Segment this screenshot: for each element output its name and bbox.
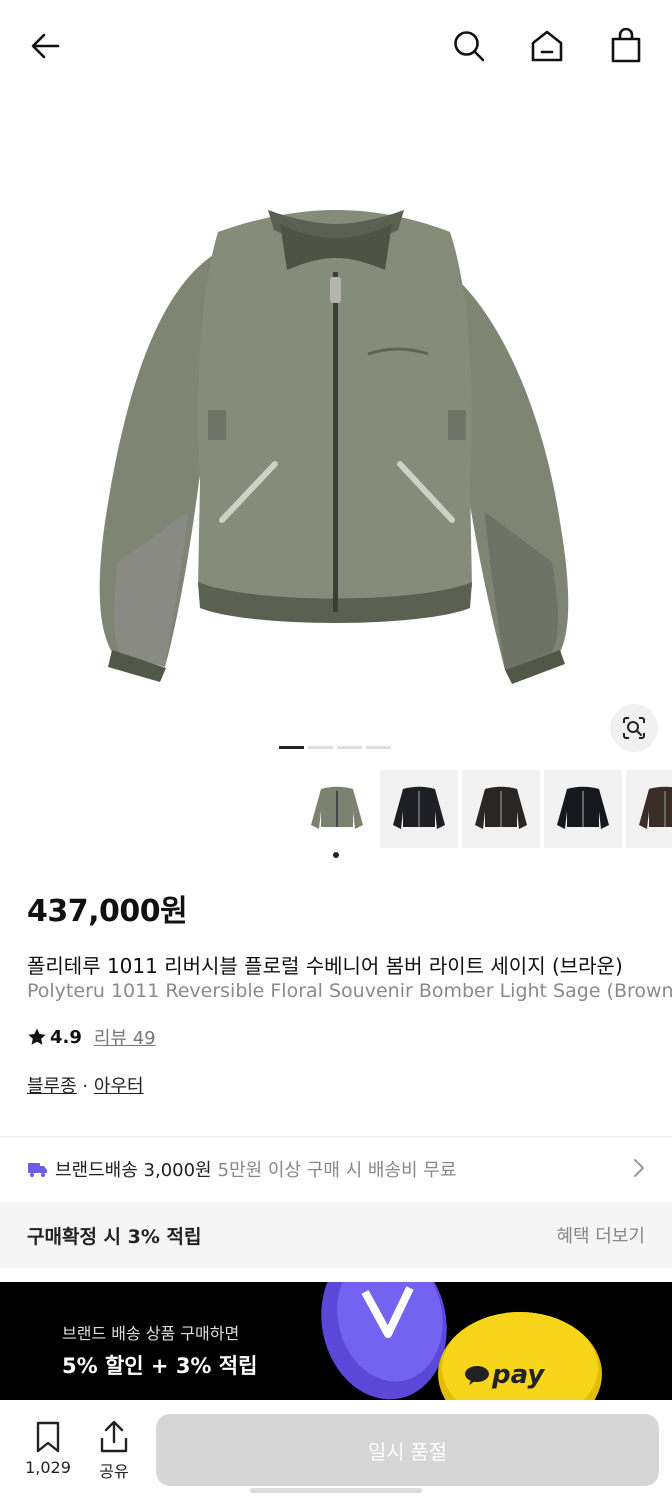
jacket-thumb-icon bbox=[557, 786, 609, 829]
truck-icon bbox=[27, 1160, 49, 1178]
rating-score: 4.9 bbox=[50, 1026, 82, 1048]
pager-dot bbox=[308, 746, 333, 749]
thumbnail-dark-brown[interactable] bbox=[462, 770, 540, 848]
jacket-illustration bbox=[99, 210, 569, 684]
arrow-left-icon bbox=[31, 33, 60, 59]
reviews-link[interactable]: 리뷰 49 bbox=[94, 1024, 156, 1050]
pager-dot bbox=[366, 746, 391, 749]
top-bar bbox=[0, 0, 672, 92]
lens-search-icon bbox=[623, 717, 645, 739]
pager-dot bbox=[337, 746, 362, 749]
home-button[interactable] bbox=[527, 26, 567, 66]
share-button[interactable]: 공유 bbox=[92, 1420, 136, 1482]
product-main-image[interactable] bbox=[0, 92, 672, 764]
category-breadcrumb: 블루종 · 아우터 bbox=[27, 1072, 144, 1098]
shipping-fee: 브랜드배송 3,000원 bbox=[55, 1160, 212, 1181]
thumbnail-selected-dot bbox=[333, 852, 339, 858]
pay-label: pay bbox=[492, 1360, 545, 1390]
promo-banner[interactable]: 브랜드 배송 상품 구매하면 5% 할인 + 3% 적립 pay bbox=[0, 1282, 672, 1400]
jacket-thumb-icon bbox=[639, 786, 672, 829]
jacket-thumb-icon bbox=[311, 786, 363, 829]
bookmark-count: 1,029 bbox=[25, 1458, 71, 1477]
star-icon bbox=[28, 1028, 46, 1045]
thumbnail-black[interactable] bbox=[380, 770, 458, 848]
chat-bubble-icon bbox=[465, 1366, 489, 1385]
image-pager bbox=[279, 746, 391, 749]
thumbnail-light-sage[interactable] bbox=[298, 770, 376, 848]
shopping-bag-icon bbox=[611, 28, 641, 63]
product-name-ko: 폴리테루 1011 리버시블 플로럴 수베니어 봄버 라이트 세이지 (브라운) bbox=[27, 954, 623, 978]
share-label: 공유 bbox=[99, 1462, 129, 1481]
bookmark-button[interactable]: 1,029 bbox=[22, 1420, 74, 1477]
home-indicator bbox=[250, 1488, 422, 1493]
share-icon bbox=[100, 1420, 128, 1453]
image-search-button[interactable] bbox=[610, 704, 658, 752]
pay-logo: pay bbox=[464, 1360, 544, 1390]
home-icon bbox=[531, 30, 563, 62]
category-link-blouson[interactable]: 블루종 bbox=[27, 1076, 77, 1097]
product-name-en: Polyteru 1011 Reversible Floral Souvenir… bbox=[27, 980, 672, 1002]
color-thumbnails bbox=[298, 770, 672, 848]
back-button[interactable] bbox=[26, 26, 66, 66]
points-label: 구매확정 시 3% 적립 bbox=[27, 1225, 202, 1248]
category-separator: · bbox=[82, 1076, 89, 1097]
shipping-note: 5만원 이상 구매 시 배송비 무료 bbox=[217, 1160, 457, 1181]
benefit-more-link[interactable]: 혜택 더보기 bbox=[556, 1222, 645, 1248]
pager-dot bbox=[279, 746, 304, 749]
thumbnail-black-2[interactable] bbox=[544, 770, 622, 848]
banner-graphic bbox=[321, 1282, 602, 1400]
thumbnail-brown[interactable] bbox=[626, 770, 672, 848]
search-icon bbox=[454, 31, 485, 62]
points-benefit-row: 구매확정 시 3% 적립 혜택 더보기 bbox=[0, 1202, 672, 1268]
jacket-thumb-icon bbox=[393, 786, 445, 829]
bottom-action-bar: 1,029 공유 일시 품절 bbox=[0, 1400, 672, 1500]
search-button[interactable] bbox=[449, 26, 489, 66]
product-price: 437,000원 bbox=[27, 894, 188, 929]
category-link-outer[interactable]: 아우터 bbox=[94, 1076, 144, 1097]
chevron-right-icon bbox=[632, 1157, 646, 1184]
rating-row: 4.9 리뷰 49 bbox=[27, 1024, 156, 1050]
sold-out-button[interactable]: 일시 품절 bbox=[156, 1414, 659, 1486]
shipping-info-row[interactable]: 브랜드배송 3,000원 5만원 이상 구매 시 배송비 무료 bbox=[0, 1137, 672, 1201]
bookmark-icon bbox=[36, 1421, 60, 1453]
jacket-thumb-icon bbox=[475, 786, 527, 829]
cart-button[interactable] bbox=[606, 26, 646, 66]
